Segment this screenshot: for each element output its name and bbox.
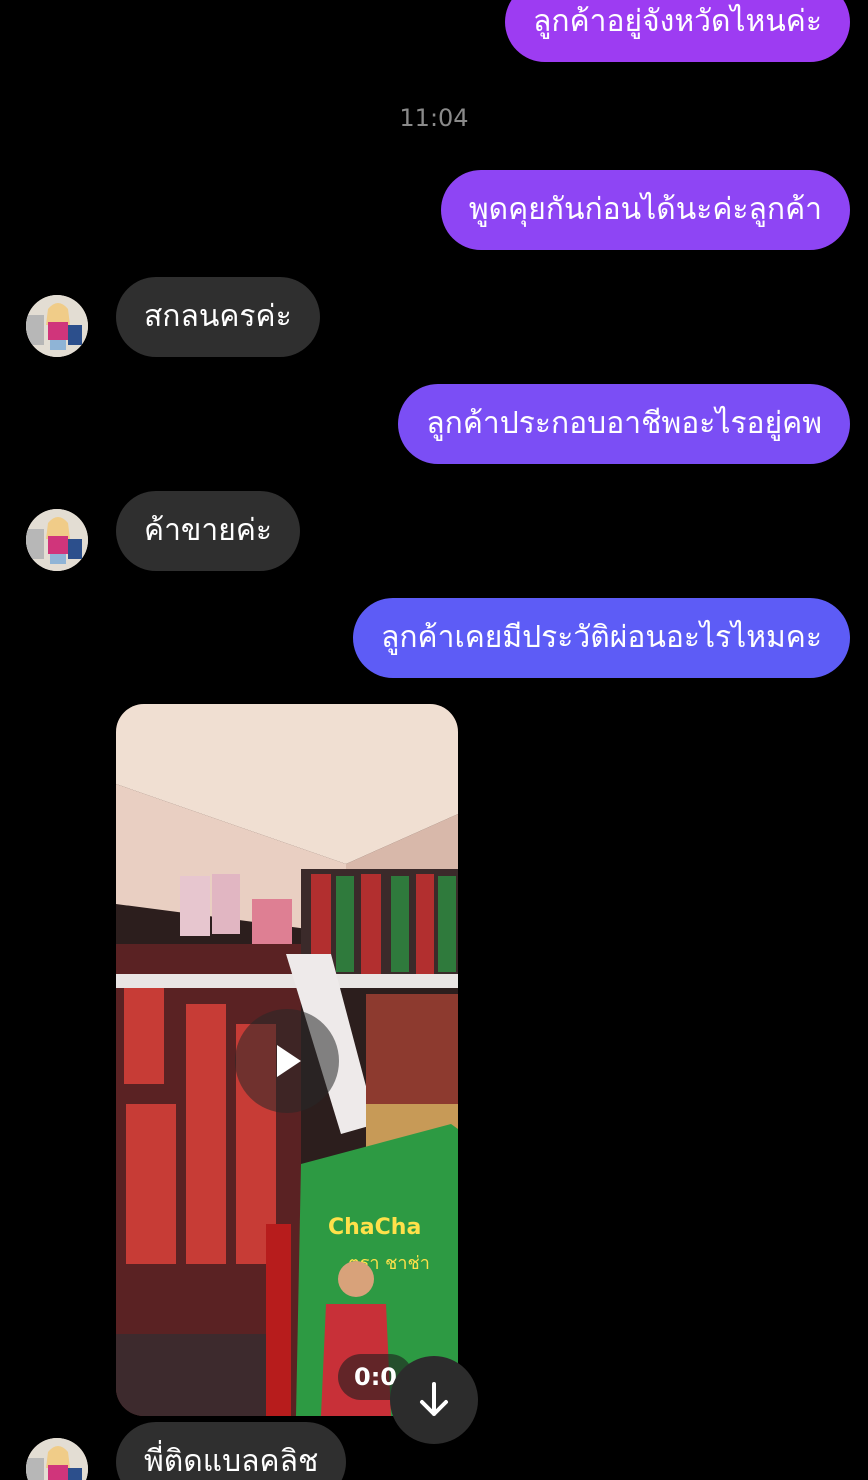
outgoing-message[interactable]: ลูกค้าอยู่จังหวัดไหนค่ะ — [505, 0, 850, 62]
play-button[interactable] — [235, 1009, 339, 1113]
incoming-message[interactable]: พี่ติดแบลคลิช — [116, 1422, 347, 1480]
box-brand-text: ChaCha — [328, 1215, 421, 1240]
outgoing-message[interactable]: ลูกค้าประกอบอาชีพอะไรอยู่คพ — [398, 384, 850, 464]
contact-avatar[interactable] — [26, 1438, 88, 1480]
outgoing-message[interactable]: พูดคุยกันก่อนได้นะค่ะลูกค้า — [440, 170, 850, 250]
avatar-photo — [26, 295, 88, 357]
video-message[interactable]: ChaCha ตรา ชาช่า 0:0 — [116, 704, 458, 1416]
contact-avatar[interactable] — [26, 509, 88, 571]
arrow-down-icon — [420, 1382, 448, 1416]
avatar-photo — [26, 509, 88, 571]
outgoing-message[interactable]: ลูกค้าเคยมีประวัติผ่อนอะไรไหมคะ — [353, 598, 850, 678]
play-icon — [277, 1045, 301, 1077]
avatar-photo — [26, 1438, 88, 1480]
incoming-message[interactable]: ค้าขายค่ะ — [116, 491, 301, 571]
contact-avatar[interactable] — [26, 295, 88, 357]
chat-thread: ลูกค้าอยู่จังหวัดไหนค่ะ 11:04 พูดคุยกันก… — [0, 0, 868, 1480]
message-timestamp: 11:04 — [399, 104, 469, 132]
scroll-to-bottom-button[interactable] — [390, 1356, 478, 1444]
incoming-message[interactable]: สกลนครค่ะ — [116, 277, 320, 357]
